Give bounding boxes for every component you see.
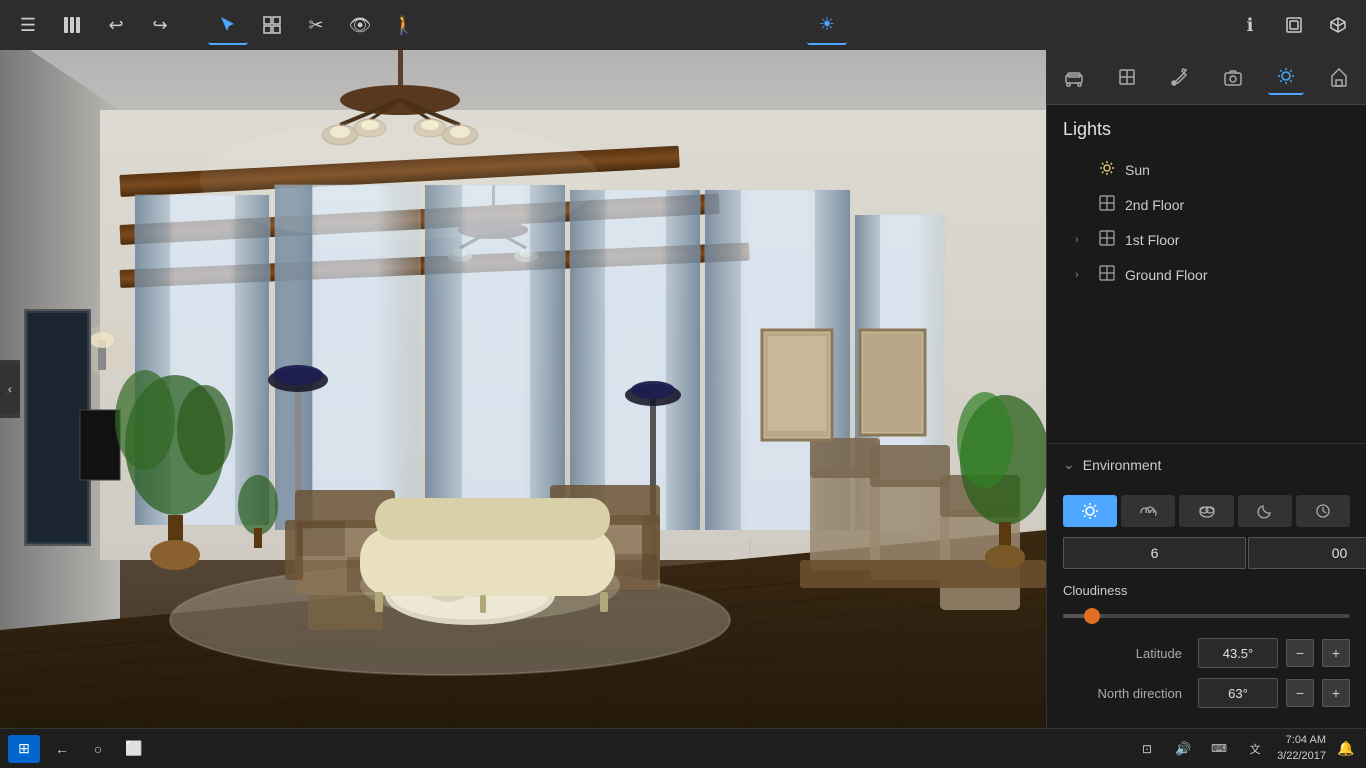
floor-ground-icon [1099, 265, 1115, 284]
latitude-increase-button[interactable]: + [1322, 639, 1350, 667]
north-direction-label: North direction [1063, 686, 1190, 701]
hamburger-menu-icon[interactable]: ☰ [8, 5, 48, 45]
light-item-1st-floor[interactable]: › 1st Floor [1063, 222, 1350, 257]
top-toolbar: ☰ ↩ ↪ ✂ 👁 🚶 ☀ ℹ [0, 0, 1366, 50]
latitude-decrease-button[interactable]: − [1286, 639, 1314, 667]
environment-section: ⌄ Environment [1047, 443, 1366, 728]
sun-light-icon [1099, 160, 1115, 179]
library-icon[interactable] [52, 5, 92, 45]
time-hour-input[interactable] [1063, 537, 1246, 569]
paint-rp-icon[interactable] [1162, 59, 1198, 95]
lighting-rp-icon[interactable] [1268, 59, 1304, 95]
back-taskbar-icon[interactable]: ← [48, 735, 76, 763]
frame-icon[interactable] [1274, 5, 1314, 45]
north-increase-button[interactable]: + [1322, 679, 1350, 707]
clock-time: 7:04 AM [1277, 733, 1326, 748]
keyboard-icon[interactable]: ⌨ [1205, 735, 1233, 763]
clock-date: 3/22/2017 [1277, 749, 1326, 764]
select-icon[interactable] [208, 5, 248, 45]
light-item-ground-floor[interactable]: › Ground Floor [1063, 257, 1350, 292]
slider-thumb[interactable] [1084, 608, 1100, 624]
system-tray: ⊡ 🔊 ⌨ 文 7:04 AM 3/22/2017 🔔 [1133, 733, 1358, 764]
north-direction-row: North direction − + [1063, 678, 1350, 708]
left-panel-toggle[interactable]: ‹ [0, 364, 20, 414]
clear-sky-button[interactable] [1063, 495, 1117, 527]
viewport[interactable]: › ‹ [0, 50, 1046, 728]
2nd-floor-label: 2nd Floor [1125, 197, 1338, 213]
clock-button[interactable] [1296, 495, 1350, 527]
right-panel: Lights Sun [1046, 50, 1366, 728]
eye-icon[interactable]: 👁 [340, 5, 380, 45]
start-button[interactable]: ⊞ [8, 735, 40, 763]
ime-icon[interactable]: 文 [1241, 735, 1269, 763]
environment-header[interactable]: ⌄ Environment [1047, 444, 1366, 485]
cloudiness-label: Cloudiness [1063, 583, 1350, 598]
main-area: › ‹ [0, 50, 1366, 728]
light-item-sun[interactable]: Sun [1063, 152, 1350, 187]
objects-icon[interactable] [252, 5, 292, 45]
cloudiness-slider[interactable] [1063, 606, 1350, 626]
taskbar: ⊞ ← ○ ⬜ ⊡ 🔊 ⌨ 文 7:04 AM 3/22/2017 🔔 [0, 728, 1366, 768]
furniture-rp-icon[interactable] [1056, 59, 1092, 95]
sun-toolbar-icon[interactable]: ☀ [807, 5, 847, 45]
info-icon[interactable]: ℹ [1230, 5, 1270, 45]
cube-icon[interactable] [1318, 5, 1358, 45]
lights-section: Lights Sun [1047, 105, 1366, 300]
tablet-mode-icon[interactable]: ⊡ [1133, 735, 1161, 763]
expand-1st-floor-icon: › [1075, 234, 1089, 246]
notification-icon[interactable]: 🔔 [1334, 737, 1358, 761]
expand-ground-floor-icon: › [1075, 269, 1089, 281]
sun-light-label: Sun [1125, 162, 1338, 178]
redo-icon[interactable]: ↪ [140, 5, 180, 45]
environment-content: Cloudiness Latitude − + [1047, 485, 1366, 728]
floor-1st-icon [1099, 230, 1115, 249]
latitude-row: Latitude − + [1063, 638, 1350, 668]
panel-spacer [1047, 300, 1366, 443]
walk-icon[interactable]: 🚶 [384, 5, 424, 45]
north-decrease-button[interactable]: − [1286, 679, 1314, 707]
time-inputs [1063, 537, 1350, 569]
system-clock: 7:04 AM 3/22/2017 [1277, 733, 1326, 764]
environment-time-buttons [1063, 495, 1350, 527]
time-minute-input[interactable] [1248, 537, 1366, 569]
slider-track [1063, 614, 1350, 618]
1st-floor-label: 1st Floor [1125, 232, 1338, 248]
light-item-2nd-floor[interactable]: 2nd Floor [1063, 187, 1350, 222]
latitude-label: Latitude [1063, 646, 1190, 661]
night-button[interactable] [1238, 495, 1292, 527]
structure-rp-icon[interactable] [1109, 59, 1145, 95]
chevron-down-env-icon: ⌄ [1063, 456, 1075, 473]
lights-title: Lights [1063, 119, 1350, 140]
floor-2nd-icon [1099, 195, 1115, 214]
cortana-taskbar-icon[interactable]: ○ [84, 735, 112, 763]
north-direction-input[interactable] [1198, 678, 1278, 708]
undo-icon[interactable]: ↩ [96, 5, 136, 45]
cloudy-button[interactable] [1179, 495, 1233, 527]
partly-cloudy-button[interactable] [1121, 495, 1175, 527]
task-view-taskbar-icon[interactable]: ⬜ [120, 735, 148, 763]
right-panel-toolbar [1047, 50, 1366, 105]
ground-floor-label: Ground Floor [1125, 267, 1338, 283]
camera-rp-icon[interactable] [1215, 59, 1251, 95]
scissors-icon[interactable]: ✂ [296, 5, 336, 45]
chevron-left-icon: ‹ [8, 382, 12, 396]
room-scene: › [0, 50, 1046, 728]
home-rp-icon[interactable] [1321, 59, 1357, 95]
environment-label: Environment [1083, 457, 1162, 473]
speaker-icon[interactable]: 🔊 [1169, 735, 1197, 763]
latitude-input[interactable] [1198, 638, 1278, 668]
cloudiness-row: Cloudiness [1063, 583, 1350, 626]
